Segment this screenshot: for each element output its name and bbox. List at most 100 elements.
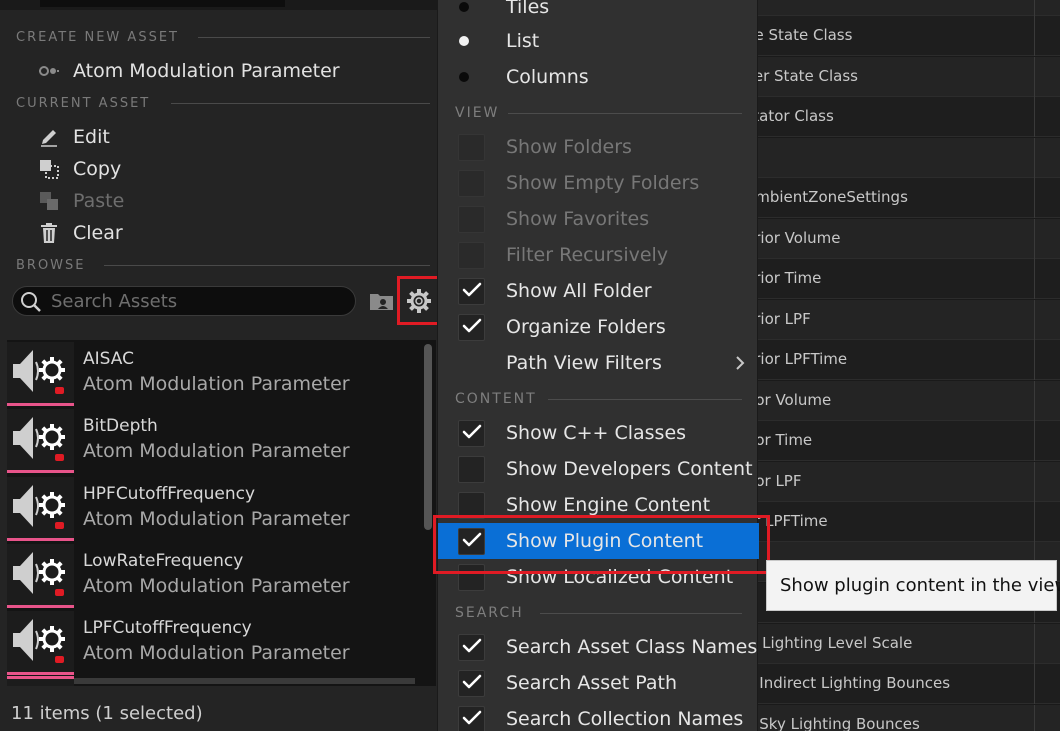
pencil-icon	[38, 126, 60, 148]
view-section-header: VIEW	[455, 105, 500, 121]
create-asset-label: Atom Modulation Parameter	[73, 60, 340, 82]
checkbox[interactable]	[458, 634, 485, 661]
asset-name: HPFCutoffFrequency	[83, 484, 256, 504]
clear-item[interactable]: Clear	[38, 219, 428, 247]
menu-item-show-all-folder[interactable]: Show All Folder	[438, 273, 759, 309]
menu-item-label: Search Asset Class Names	[506, 636, 758, 658]
menu-item-path-view-filters[interactable]: Path View Filters	[438, 345, 759, 381]
column-separator	[1034, 421, 1035, 461]
menu-item-label: Show Empty Folders	[506, 172, 700, 194]
column-separator	[1034, 340, 1035, 380]
asset-type: Atom Modulation Parameter	[83, 575, 350, 597]
browse-header: BROWSE	[16, 258, 86, 273]
tooltip-text: Show plugin content in the view?	[780, 575, 1060, 596]
column-separator	[1034, 0, 1035, 16]
menu-item-show-empty-folders[interactable]: Show Empty Folders	[438, 165, 759, 201]
view-options-button[interactable]	[397, 276, 441, 325]
current-asset-header: CURRENT ASSET	[16, 96, 151, 111]
menu-item-show-favorites[interactable]: Show Favorites	[438, 201, 759, 237]
column-separator	[1034, 138, 1035, 178]
item-count-status: 11 items (1 selected)	[11, 703, 203, 724]
checkbox[interactable]	[458, 206, 485, 233]
menu-item-label: Tiles	[506, 0, 550, 18]
section-divider	[104, 265, 430, 266]
folder-icon	[370, 294, 393, 310]
search-icon	[20, 291, 42, 317]
checkbox[interactable]	[458, 314, 485, 341]
column-separator	[1034, 57, 1035, 97]
sound-modulation-icon	[7, 485, 74, 539]
checkbox[interactable]	[458, 242, 485, 269]
view-type-tiles[interactable]: Tiles	[438, 0, 759, 25]
view-options-menu: Tiles List Columns VIEW Show Folders Show Emp…	[437, 0, 759, 731]
search-assets-box[interactable]	[12, 286, 356, 316]
vertical-scrollbar[interactable]	[424, 344, 432, 530]
asset-thumbnail	[7, 477, 74, 541]
column-separator	[1034, 97, 1035, 137]
checkmark-icon	[462, 424, 482, 444]
background-row-label: r Controller Class	[745, 0, 874, 4]
copy-icon	[38, 158, 60, 180]
checkbox[interactable]	[458, 134, 485, 161]
asset-row-bitdepth[interactable]: BitDepth Atom Modulation Parameter	[7, 407, 425, 474]
asset-thumbnail	[7, 409, 74, 473]
asset-row-aisac[interactable]: AISAC Atom Modulation Parameter	[7, 340, 425, 407]
menu-item-label: Filter Recursively	[506, 244, 669, 266]
background-row-label: erior Volume	[745, 229, 841, 247]
checkbox[interactable]	[458, 420, 485, 447]
checkbox[interactable]	[458, 456, 485, 483]
menu-item-show-developers-content[interactable]: Show Developers Content	[438, 451, 759, 487]
asset-list[interactable]: AISAC Atom Modulation Parameter BitDepth At…	[7, 340, 436, 686]
create-asset-item[interactable]: Atom Modulation Parameter	[38, 57, 428, 85]
column-separator	[1034, 219, 1035, 259]
create-new-asset-header: CREATE NEW ASSET	[16, 30, 179, 45]
menu-item-organize-folders[interactable]: Organize Folders	[438, 309, 759, 345]
plugin-content-annotation	[433, 515, 770, 574]
asset-type-color-bar	[7, 605, 74, 608]
radio-dot-icon	[459, 2, 469, 12]
content-section-header: CONTENT	[455, 391, 537, 407]
view-type-columns[interactable]: Columns	[438, 59, 759, 95]
trash-icon	[38, 222, 60, 244]
menu-item-label: Show C++ Classes	[506, 422, 687, 444]
asset-type: Atom Modulation Parameter	[83, 440, 350, 462]
menu-item-search-asset-path[interactable]: Search Asset Path	[438, 665, 759, 701]
sound-modulation-icon	[7, 552, 74, 606]
asset-row-hpfcutofffrequency[interactable]: HPFCutoffFrequency Atom Modulation Parame…	[7, 475, 425, 542]
menu-item-filter-recursively[interactable]: Filter Recursively	[438, 237, 759, 273]
asset-row-lpfcutofffrequency[interactable]: LPFCutoffFrequency Atom Modulation Parame…	[7, 609, 425, 676]
checkmark-icon	[462, 674, 482, 694]
checkbox[interactable]	[458, 670, 485, 697]
horizontal-scrollbar[interactable]	[74, 678, 415, 684]
browse-folder-button[interactable]	[369, 290, 395, 312]
menu-item-search-collection-names[interactable]: Search Collection Names	[438, 701, 759, 731]
menu-item-show-c-classes[interactable]: Show C++ Classes	[438, 415, 759, 451]
background-row-label: AmbientZoneSettings	[745, 188, 908, 206]
asset-row-lowratefrequency[interactable]: LowRateFrequency Atom Modulation Paramete…	[7, 542, 425, 609]
copy-item[interactable]: Copy	[38, 155, 428, 183]
column-separator	[1034, 502, 1035, 542]
menu-item-search-asset-class-names[interactable]: Search Asset Class Names	[438, 629, 759, 665]
checkbox[interactable]	[458, 706, 485, 731]
menu-item-show-folders[interactable]: Show Folders	[438, 129, 759, 165]
column-separator	[1034, 16, 1035, 56]
radio-dot-icon	[459, 72, 469, 82]
background-row-label: n Indirect Lighting Bounces	[745, 674, 951, 692]
menu-item-label: Organize Folders	[506, 316, 666, 338]
menu-item-label: Search Collection Names	[506, 708, 744, 730]
asset-type-color-bar	[7, 676, 74, 679]
background-row-label: ver State Class	[745, 67, 858, 85]
search-assets-input[interactable]	[51, 289, 341, 313]
asset-thumbnail	[7, 676, 74, 686]
asset-type-color-bar	[7, 538, 74, 541]
column-separator	[1034, 259, 1035, 299]
paste-item[interactable]: Paste	[38, 187, 428, 215]
checkbox[interactable]	[458, 170, 485, 197]
checkbox[interactable]	[458, 278, 485, 305]
edit-item[interactable]: Edit	[38, 123, 428, 151]
chevron-right-icon	[735, 355, 745, 375]
menu-item-label: Search Asset Path	[506, 672, 678, 694]
view-type-list[interactable]: List	[438, 23, 759, 59]
checkmark-icon	[462, 282, 482, 302]
menu-item-label: Path View Filters	[506, 352, 662, 374]
